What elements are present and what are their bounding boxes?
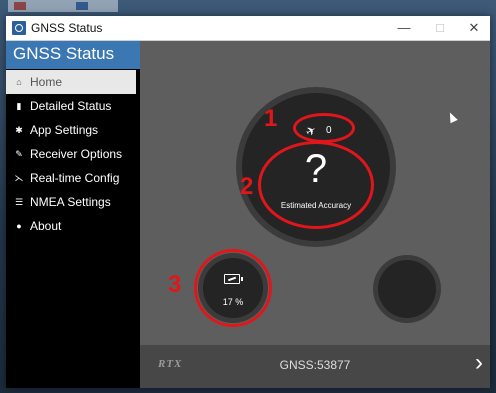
sidebar-item-app-settings[interactable]: ✱ App Settings — [6, 118, 140, 142]
sidebar-item-receiver-options[interactable]: ✎ Receiver Options — [6, 142, 140, 166]
sidebar-title: GNSS Status — [13, 44, 115, 63]
annotation-number-2: 2 — [240, 173, 254, 200]
maximize-button[interactable]: □ — [422, 16, 458, 40]
annotation-number-3: 3 — [168, 271, 182, 298]
sidebar-item-label: Receiver Options — [30, 147, 123, 161]
home-icon: ⌂ — [16, 77, 22, 87]
sidebar-item-label: NMEA Settings — [30, 195, 111, 209]
sidebar-header: GNSS Status — [6, 41, 140, 69]
annotation-circle-1 — [293, 113, 355, 143]
chevron-right-icon[interactable]: › — [470, 349, 488, 377]
app-window: GNSS Status — □ ✕ GNSS Status ⌂ Home ▮ D… — [6, 16, 490, 388]
satellite-dish-icon: ⋋ — [14, 172, 24, 183]
sidebar-item-about[interactable]: ● About — [6, 214, 140, 238]
sidebar-item-label: Detailed Status — [30, 99, 112, 113]
app-logo-icon — [12, 21, 26, 35]
empty-dial[interactable] — [378, 260, 436, 318]
sidebar-item-home[interactable]: ⌂ Home — [6, 70, 136, 94]
sidebar-item-label: Real-time Config — [30, 171, 120, 185]
sidebar-item-real-time-config[interactable]: ⋋ Real-time Config — [6, 166, 140, 190]
desktop-background: GNSS Status — □ ✕ GNSS Status ⌂ Home ▮ D… — [0, 0, 496, 393]
bar-chart-icon: ▮ — [16, 100, 22, 111]
close-button[interactable]: ✕ — [456, 16, 490, 40]
sidebar-item-detailed-status[interactable]: ▮ Detailed Status — [6, 94, 140, 118]
sidebar: GNSS Status ⌂ Home ▮ Detailed Status ✱ A… — [6, 41, 140, 388]
sidebar-item-label: About — [30, 219, 62, 233]
window-title: GNSS Status — [31, 21, 103, 35]
annotation-circle-3 — [194, 249, 272, 327]
annotation-circle-2 — [258, 141, 374, 229]
sidebar-item-nmea-settings[interactable]: ☰ NMEA Settings — [6, 190, 140, 214]
sidebar-nav: ⌂ Home ▮ Detailed Status ✱ App Settings … — [6, 70, 140, 238]
annotation-number-1: 1 — [264, 105, 278, 132]
sidebar-item-label: Home — [30, 75, 63, 89]
footer-bar: RTX GNSS:53877 › — [140, 345, 490, 388]
main-panel: ✈ 0 ? Estimated Accuracy 17 % 1 2 3 — [140, 41, 490, 345]
info-icon: ● — [16, 221, 22, 231]
rtx-logo: RTX — [158, 358, 183, 370]
gear-icon: ✱ — [15, 124, 23, 135]
sliders-icon: ☰ — [14, 196, 24, 207]
wrench-icon: ✎ — [15, 148, 23, 159]
minimize-button[interactable]: — — [386, 16, 422, 40]
gnss-device-label: GNSS:53877 — [279, 358, 351, 372]
taskbar-strip — [8, 0, 118, 12]
title-bar: GNSS Status — □ ✕ — [6, 16, 490, 41]
sidebar-item-label: App Settings — [30, 123, 99, 137]
